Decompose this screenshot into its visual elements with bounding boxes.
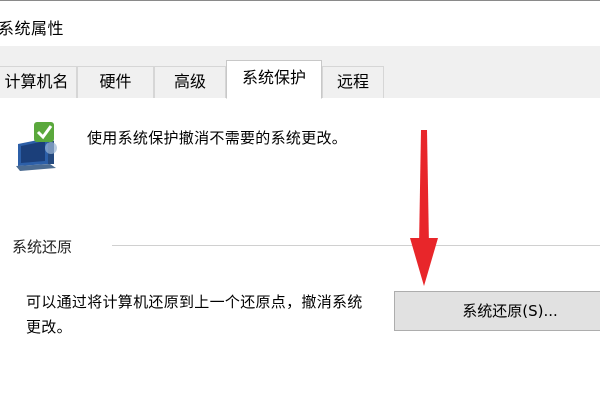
tab-system-protection[interactable]: 系统保护 xyxy=(226,60,322,99)
computer-shield-icon xyxy=(16,122,57,171)
protection-description: 使用系统保护撤消不需要的系统更改。 xyxy=(87,129,348,147)
red-arrow-down-icon xyxy=(410,130,438,286)
window-titlebar: 系统属性 xyxy=(0,0,600,47)
group-divider xyxy=(112,245,600,246)
tab-strip: 计算机名 硬件 高级 系统保护 远程 xyxy=(0,46,600,99)
restore-description: 可以通过将计算机还原到上一个还原点，撤消系统更改。 xyxy=(26,293,363,336)
tab-hardware[interactable]: 硬件 xyxy=(77,66,154,98)
tab-computer-name[interactable]: 计算机名 xyxy=(0,66,77,98)
tab-advanced[interactable]: 高级 xyxy=(154,66,226,98)
tab-remote[interactable]: 远程 xyxy=(322,66,384,98)
system-restore-group-label: 系统还原 xyxy=(12,238,73,256)
window-title: 系统属性 xyxy=(0,19,65,38)
system-restore-button[interactable]: 系统还原(S)... xyxy=(394,291,600,331)
tab-content-panel: 使用系统保护撤消不需要的系统更改。 系统还原 可以通过将计算机还原到上一个还原点… xyxy=(0,98,600,407)
